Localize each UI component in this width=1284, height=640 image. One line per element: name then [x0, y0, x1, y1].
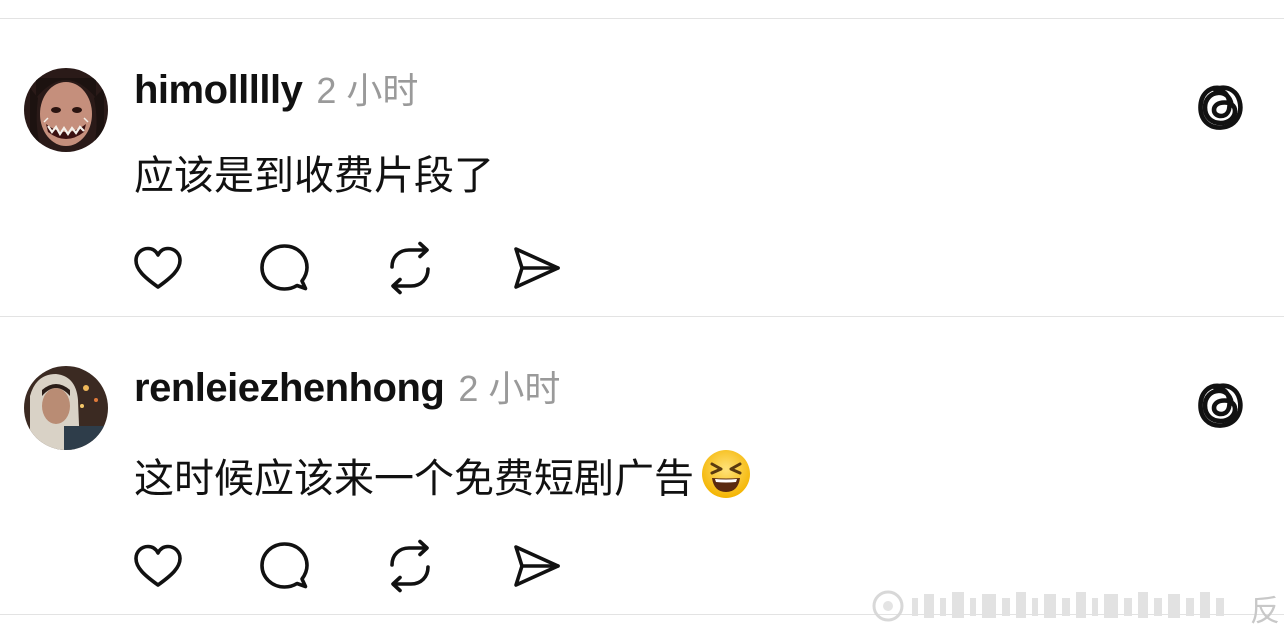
share-button[interactable] [508, 238, 634, 298]
laughing-face-emoji-icon [700, 448, 752, 500]
like-button[interactable] [130, 536, 256, 596]
send-icon [514, 247, 560, 289]
heart-icon [134, 544, 182, 587]
avatar[interactable] [24, 366, 108, 450]
action-bar [130, 238, 634, 298]
post-2: renleiezhenhong 2 小时 这时候应该来一个免费短剧广告 [0, 316, 1284, 614]
threads-logo-icon[interactable] [1196, 378, 1246, 432]
post-text: 应该是到收费片段了 [134, 153, 494, 199]
heart-icon [134, 246, 182, 289]
post-header: renleiezhenhong 2 小时 [134, 360, 560, 410]
username[interactable]: himollllly [134, 68, 303, 113]
post-header: himollllly 2 小时 [134, 62, 418, 112]
repost-button[interactable] [382, 238, 508, 298]
username[interactable]: renleiezhenhong [134, 366, 445, 411]
threads-logo-icon[interactable] [1196, 80, 1246, 134]
action-bar [130, 536, 634, 596]
weibo-watermark-icon [872, 590, 1224, 622]
post-1: himollllly 2 小时 应该是到收费片段了 [0, 18, 1284, 316]
comment-bubble-icon [260, 542, 309, 589]
post-text-content: 这时候应该来一个免费短剧广告 [134, 456, 694, 502]
timestamp: 2 小时 [458, 368, 561, 409]
comment-bubble-icon [260, 244, 309, 291]
share-button[interactable] [508, 536, 634, 596]
avatar-face-paint-icon [24, 68, 108, 152]
send-icon [514, 545, 560, 587]
like-button[interactable] [130, 238, 256, 298]
repost-icon [390, 241, 430, 295]
post-text: 这时候应该来一个免费短剧广告 [134, 448, 752, 505]
repost-button[interactable] [382, 536, 508, 596]
repost-icon [390, 539, 430, 593]
watermark [868, 580, 1284, 635]
timestamp: 2 小时 [316, 70, 419, 111]
reply-button[interactable] [256, 536, 382, 596]
avatar[interactable] [24, 68, 108, 152]
watermark-char: 反 [1250, 594, 1280, 629]
avatar-hoodie-night-icon [24, 366, 108, 450]
reply-button[interactable] [256, 238, 382, 298]
